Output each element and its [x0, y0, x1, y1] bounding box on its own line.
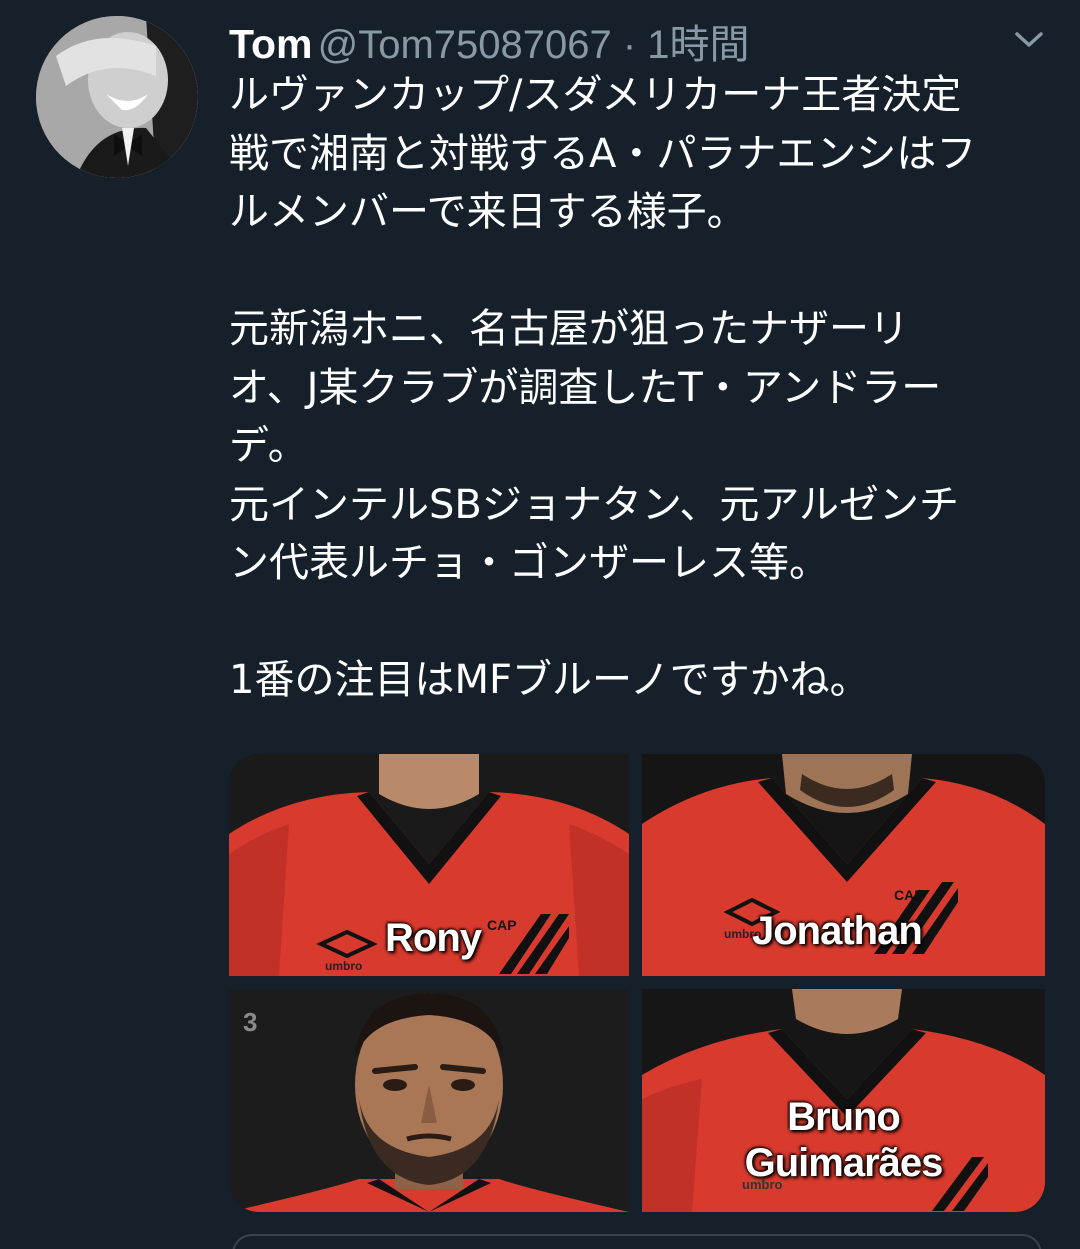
user-handle[interactable]: @Tom75087067	[318, 23, 612, 67]
player-name-jonathan: Jonathan	[752, 909, 923, 953]
jersey-number: 3	[243, 1007, 258, 1037]
timestamp[interactable]: 1時間	[647, 23, 749, 67]
crest-text: CAP	[487, 917, 517, 933]
player-first-name: Bruno	[787, 1095, 901, 1139]
tweet-line: 1番の注目はMFブルーノですかね。	[229, 657, 870, 703]
separator-dot: ·	[622, 23, 637, 67]
tweet-line: オ、J某クラブが調査したT・アンドラー	[229, 364, 942, 411]
tweet-line: ルヴァンカップ/スダメリカーナ王者決定	[229, 72, 962, 118]
avatar[interactable]	[36, 16, 198, 178]
display-name[interactable]: Tom	[229, 21, 313, 67]
tweet-line: 戦で湘南と対戦するA・パラナエンシはフ	[229, 130, 977, 177]
brand-text: umbro	[325, 959, 362, 973]
avatar-image	[36, 16, 198, 178]
tweet-line: 元インテルSBジョナタン、元アルゼンチ	[229, 481, 960, 528]
tweet-header: Tom @Tom75087067 · 1時間	[229, 12, 750, 67]
media-photo-bruno-guimaraes[interactable]: umbro Bruno Guimarães	[642, 989, 1045, 1212]
media-grid: umbro CAP Rony umbro CAP Jonathan 3 umbr…	[229, 754, 1045, 1212]
tweet[interactable]: Tom @Tom75087067 · 1時間 ルヴァンカップ/スダメリカーナ王者…	[0, 0, 1080, 1249]
tweet-line: デ。	[229, 423, 308, 469]
player-name-block: Bruno Guimarães	[642, 1094, 1045, 1186]
tweet-line	[229, 593, 1049, 652]
player-name-rony: Rony	[385, 916, 482, 960]
tweet-line: 元新潟ホニ、名古屋が狙ったナザーリ	[229, 306, 909, 352]
media-photo-player-portrait[interactable]: 3	[229, 989, 629, 1212]
media-photo-rony[interactable]: umbro CAP Rony	[229, 754, 629, 976]
media-photo-jonathan[interactable]: umbro CAP Jonathan	[642, 754, 1045, 976]
crest-text: CAP	[894, 887, 924, 903]
quoted-card-edge[interactable]	[232, 1234, 1042, 1249]
tweet-line: ルメンバーで来日する様子。	[229, 189, 747, 235]
tweet-line	[229, 242, 1049, 301]
player-last-name: Guimarães	[744, 1141, 944, 1185]
player-photo	[229, 989, 629, 1212]
chevron-down-icon[interactable]	[1008, 22, 1050, 58]
tweet-line: ン代表ルチョ・ゴンザーレス等。	[229, 540, 829, 586]
tweet-text: ルヴァンカップ/スダメリカーナ王者決定 戦で湘南と対戦するA・パラナエンシはフ …	[229, 66, 1049, 710]
